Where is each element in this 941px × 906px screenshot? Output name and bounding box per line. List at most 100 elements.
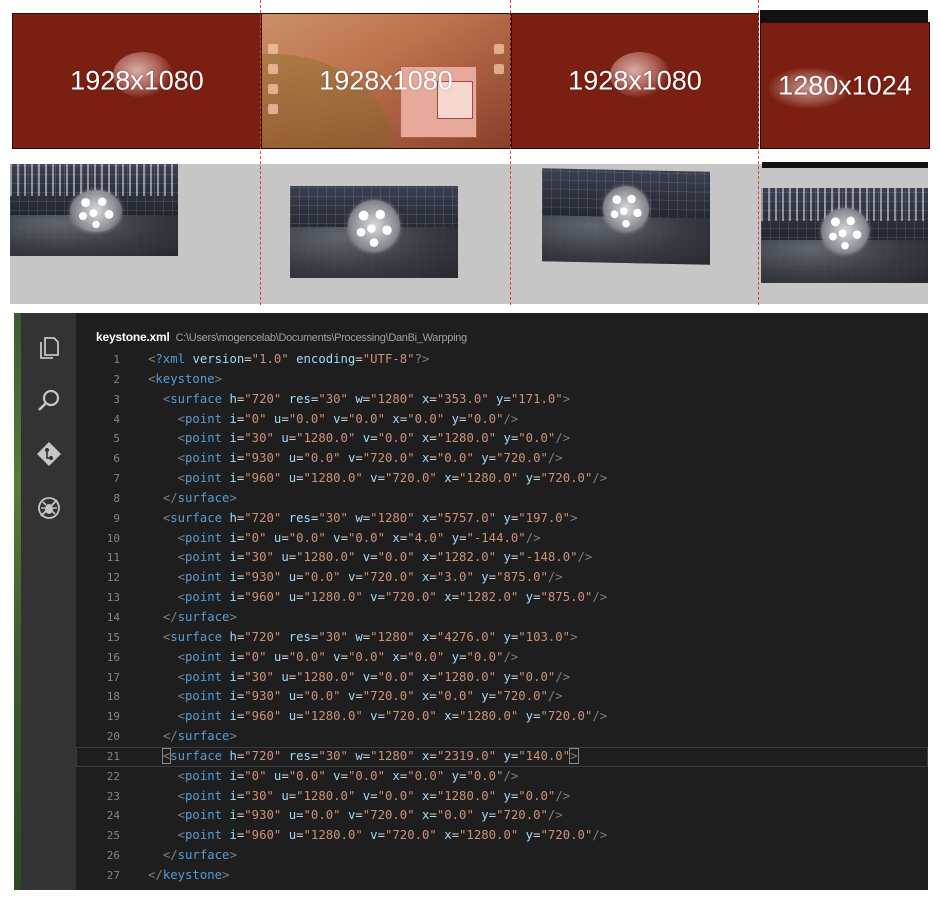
line-number: 17: [106, 670, 120, 684]
code-line[interactable]: 4 <point i="0" u="0.0" v="0.0" x="0.0" y…: [76, 410, 928, 430]
search-icon[interactable]: [36, 387, 62, 413]
xml-value: "0.0": [466, 411, 504, 426]
code-line[interactable]: 3 <surface h="720" res="30" w="1280" x="…: [76, 390, 928, 410]
code-line[interactable]: 26 </surface>: [76, 846, 928, 866]
code-text: </surface>: [162, 729, 237, 744]
xml-value: "2319.0": [436, 748, 497, 763]
code-text: <point i="960" u="1280.0" v="720.0" x="1…: [177, 590, 608, 605]
xml-tag: point: [185, 689, 223, 704]
xml-value: "0.0": [377, 431, 415, 446]
file-path: C:\Users\mogencelab\Documents\Processing…: [175, 332, 468, 344]
code-text: <point i="960" u="1280.0" v="720.0" x="1…: [177, 828, 608, 843]
xml-value: "-144.0": [466, 530, 526, 545]
code-line[interactable]: 18 <point i="930" u="0.0" v="720.0" x="0…: [76, 687, 928, 707]
xml-value: "0.0": [347, 768, 385, 783]
xml-value: "875.0": [540, 590, 593, 605]
xml-tag: point: [185, 550, 223, 565]
code-line[interactable]: 19 <point i="960" u="1280.0" v="720.0" x…: [76, 707, 928, 727]
xml-value: "0.0": [436, 689, 474, 704]
code-line[interactable]: 27 </keystone>: [76, 866, 928, 886]
code-line[interactable]: 16 <point i="0" u="0.0" v="0.0" x="0.0" …: [76, 648, 928, 668]
code-line[interactable]: 2 <keystone>: [76, 370, 928, 390]
code-line[interactable]: 1 <?xml version="1.0" encoding="UTF-8"?>: [76, 350, 928, 370]
display-4-letterbox: [760, 10, 928, 22]
xml-value: "197.0": [518, 510, 571, 525]
code-line[interactable]: 24 <point i="930" u="0.0" v="720.0" x="0…: [76, 806, 928, 826]
xml-attribute: y: [503, 431, 511, 446]
code-line[interactable]: 14 </surface>: [76, 608, 928, 628]
xml-tag: surface: [177, 609, 230, 624]
code-line[interactable]: 6 <point i="930" u="0.0" v="720.0" x="0.…: [76, 449, 928, 469]
explorer-icon[interactable]: [36, 335, 62, 361]
xml-attribute: i: [229, 788, 237, 803]
line-number: 9: [113, 511, 120, 525]
xml-attribute: i: [229, 471, 237, 486]
code-line[interactable]: 22 <point i="0" u="0.0" v="0.0" x="0.0" …: [76, 767, 928, 787]
xml-tag: surface: [177, 490, 230, 505]
editor-pane: keystone.xml C:\Users\mogencelab\Document…: [76, 313, 928, 890]
xml-value: "720.0": [362, 570, 415, 585]
code-line[interactable]: 20 </surface>: [76, 727, 928, 747]
xml-tag: surface: [170, 748, 223, 763]
line-number: 25: [106, 829, 120, 843]
xml-attribute: y: [503, 788, 511, 803]
xml-value: "30": [318, 391, 348, 406]
code-line[interactable]: 21 <surface h="720" res="30" w="1280" x=…: [76, 746, 928, 767]
code-text: <point i="0" u="0.0" v="0.0" x="0.0" y="…: [177, 411, 519, 426]
code-text: </surface>: [162, 609, 237, 624]
xml-value: "1280.0": [459, 709, 519, 724]
code-area[interactable]: 1 <?xml version="1.0" encoding="UTF-8"?> 2…: [76, 350, 928, 886]
xml-attribute: i: [229, 530, 237, 545]
code-line[interactable]: 7 <point i="960" u="1280.0" v="720.0" x=…: [76, 469, 928, 489]
code-line[interactable]: 12 <point i="930" u="0.0" v="720.0" x="3…: [76, 568, 928, 588]
xml-value: "0.0": [518, 669, 556, 684]
xml-value: "30": [318, 629, 348, 644]
xml-attribute: x: [444, 590, 452, 605]
xml-tag: point: [185, 808, 223, 823]
xml-value: "1280.0": [436, 431, 497, 446]
xml-value: "1280.0": [436, 669, 497, 684]
geodesic-sphere: [70, 190, 122, 232]
xml-attribute: y: [503, 510, 511, 525]
screen-divider: [260, 0, 261, 305]
xml-value: "0": [244, 649, 267, 664]
code-line[interactable]: 25 <point i="960" u="1280.0" v="720.0" x…: [76, 826, 928, 846]
code-line[interactable]: 8 </surface>: [76, 489, 928, 509]
xml-value: "140.0": [518, 748, 571, 763]
code-line[interactable]: 5 <point i="30" u="1280.0" v="0.0" x="12…: [76, 429, 928, 449]
code-line[interactable]: 23 <point i="30" u="1280.0" v="0.0" x="1…: [76, 787, 928, 807]
line-number: 5: [113, 432, 120, 446]
editor-tab-title[interactable]: keystone.xml C:\Users\mogencelab\Document…: [76, 327, 467, 347]
code-line[interactable]: 13 <point i="960" u="1280.0" v="720.0" x…: [76, 588, 928, 608]
xml-attribute: i: [229, 550, 237, 565]
xml-attribute: res: [288, 629, 311, 644]
source-control-icon[interactable]: [36, 441, 62, 467]
xml-value: "960": [244, 590, 282, 605]
code-line[interactable]: 9 <surface h="720" res="30" w="1280" x="…: [76, 509, 928, 529]
xml-tag: point: [185, 431, 223, 446]
xml-attribute: v: [370, 471, 378, 486]
debug-icon[interactable]: [36, 495, 62, 521]
code-line[interactable]: 10 <point i="0" u="0.0" v="0.0" x="4.0" …: [76, 529, 928, 549]
code-line[interactable]: 15 <surface h="720" res="30" w="1280" x=…: [76, 628, 928, 648]
code-line[interactable]: 11 <point i="30" u="1280.0" v="0.0" x="1…: [76, 548, 928, 568]
warp-surface-1: [10, 164, 178, 256]
xml-value: "720.0": [496, 808, 548, 823]
xml-value: "720.0": [496, 451, 548, 466]
code-text: <point i="30" u="1280.0" v="0.0" x="1282…: [177, 550, 593, 565]
code-text: <point i="30" u="1280.0" v="0.0" x="1280…: [177, 669, 571, 684]
xml-value: "1280.0": [296, 788, 356, 803]
xml-value: "720.0": [362, 808, 415, 823]
xml-value: "1280": [370, 510, 415, 525]
xml-attribute: u: [288, 828, 297, 843]
line-number: 19: [106, 710, 120, 724]
xml-attribute: v: [333, 530, 341, 545]
line-number: 3: [113, 392, 120, 406]
xml-attribute: u: [281, 788, 289, 803]
line-number: 1: [113, 353, 120, 366]
warp-canvas-topbar: [762, 162, 928, 168]
code-line[interactable]: 17 <point i="30" u="1280.0" v="0.0" x="1…: [76, 668, 928, 688]
xml-value: "0": [244, 768, 267, 783]
xml-value: "103.0": [518, 629, 571, 644]
xml-value: "1280.0": [296, 550, 356, 565]
